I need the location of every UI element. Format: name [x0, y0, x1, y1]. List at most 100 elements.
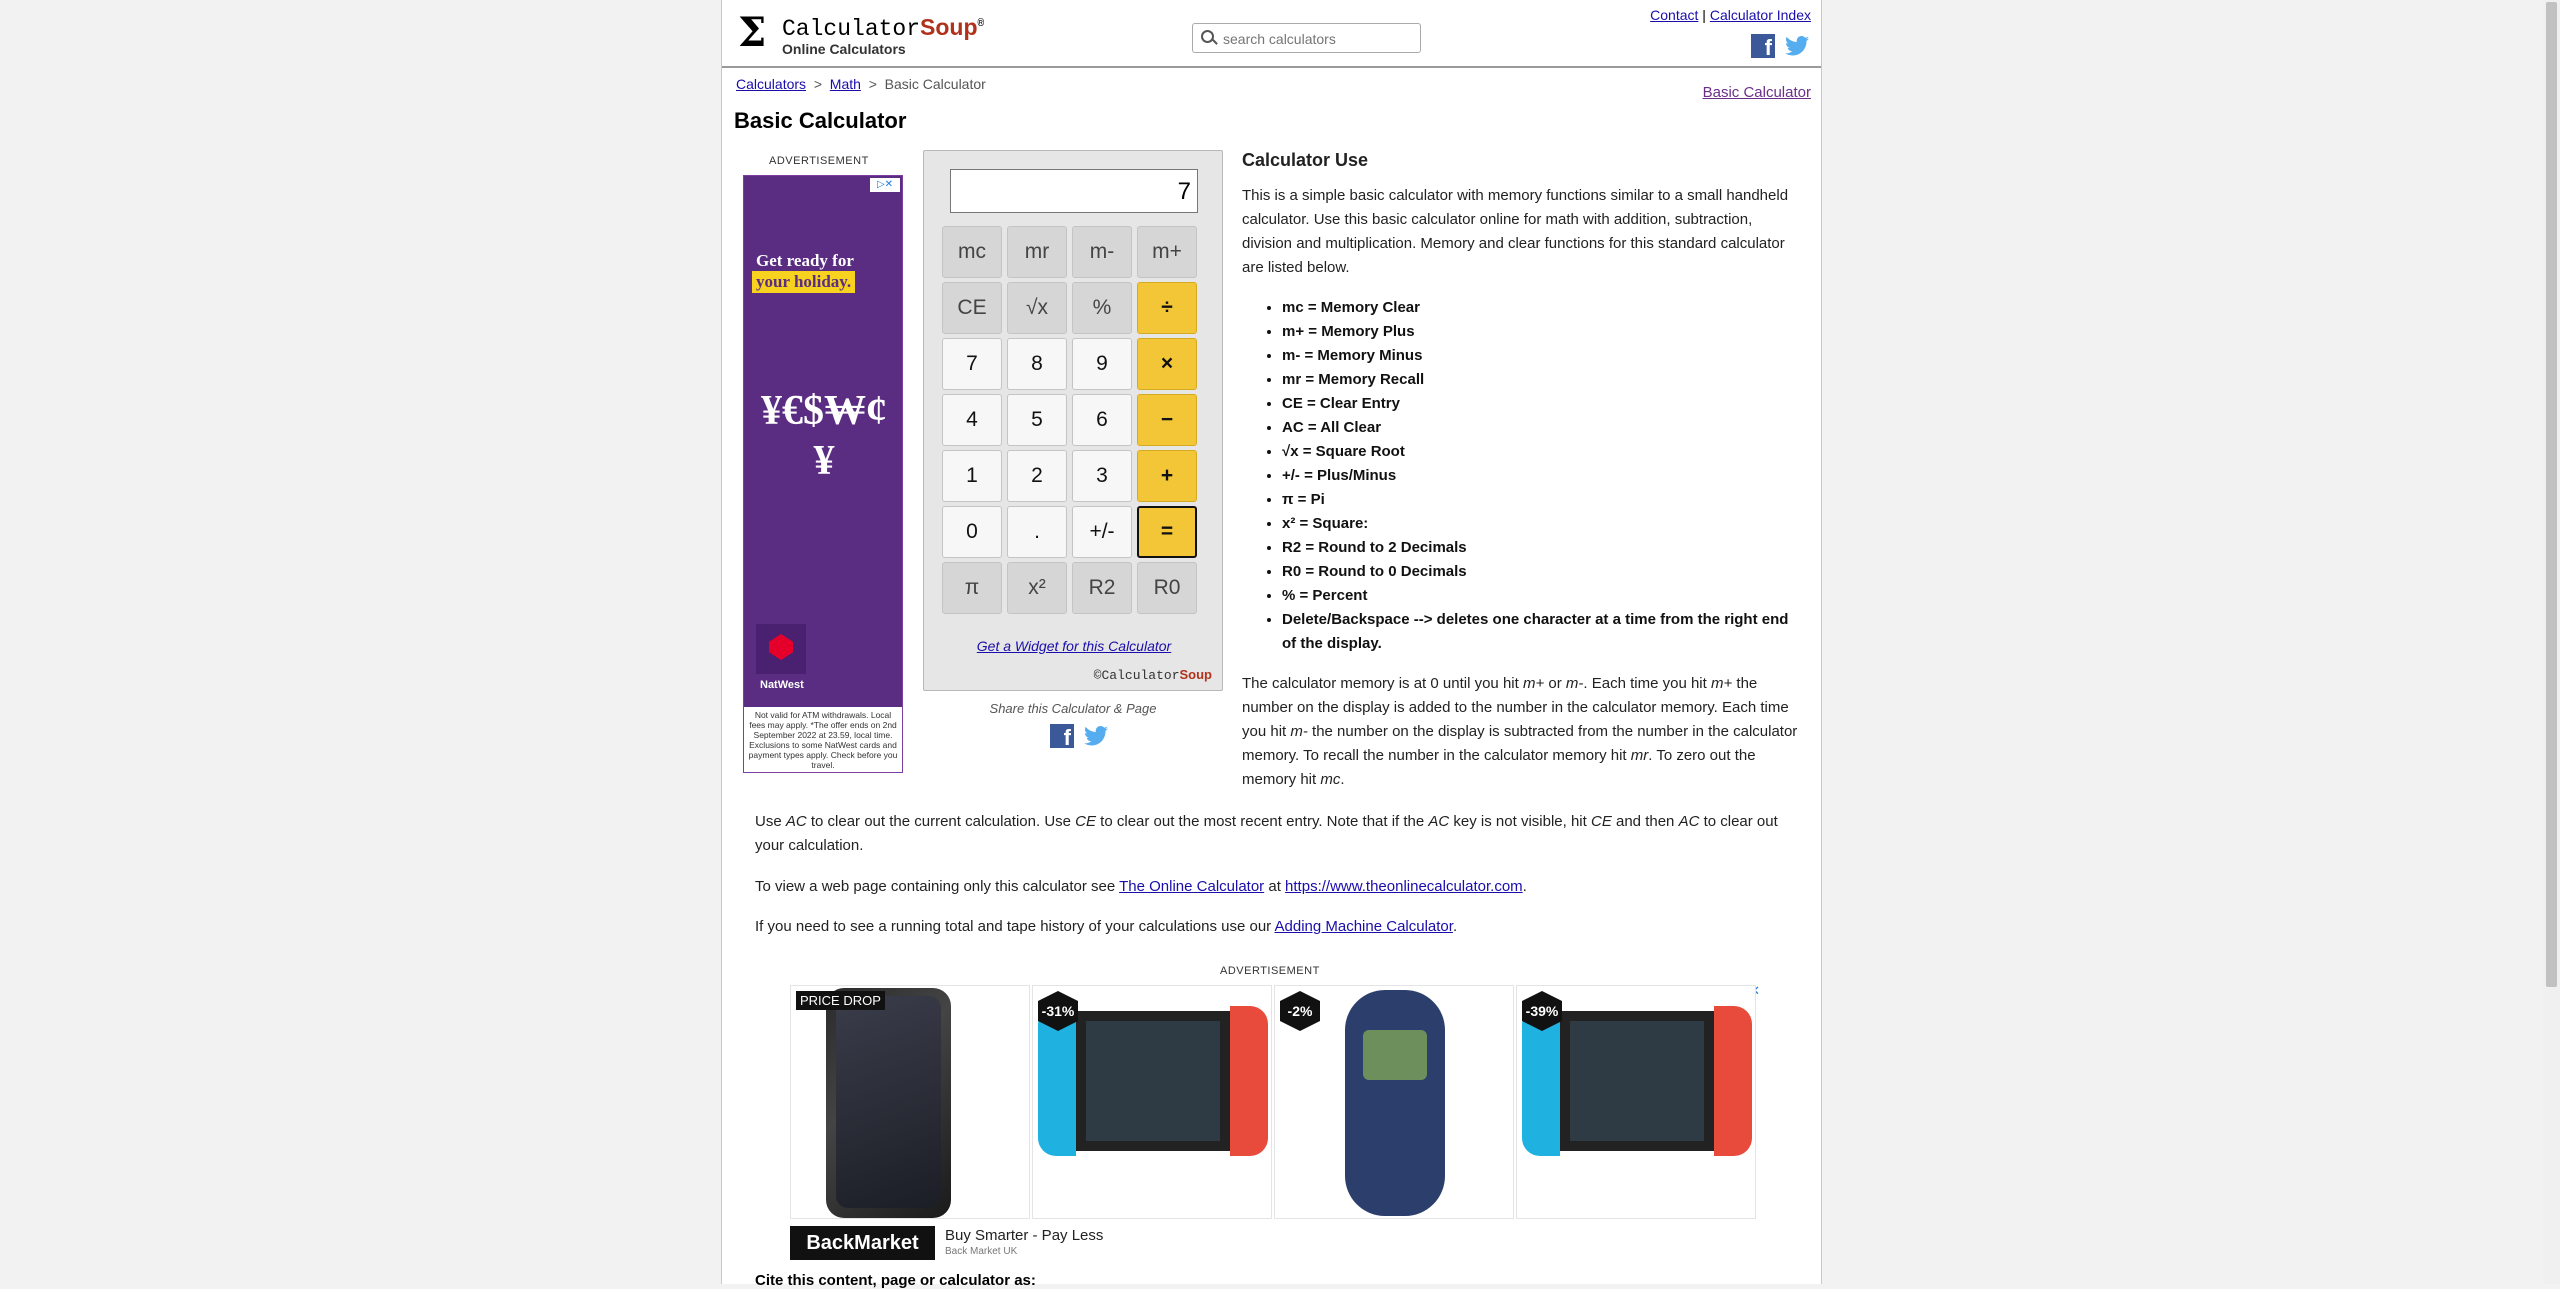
widget-link-wrap: Get a Widget for this Calculator — [924, 638, 1224, 654]
key-subtract[interactable]: − — [1137, 394, 1197, 446]
function-list-item: AC = All Clear — [1282, 416, 1802, 440]
key-square[interactable]: x² — [1007, 562, 1067, 614]
header-social: f — [1751, 34, 1809, 58]
key-plus-minus[interactable]: +/- — [1072, 506, 1132, 558]
online-calculator-link[interactable]: The Online Calculator — [1119, 878, 1264, 895]
ad-product-switch-1[interactable]: -31% — [1032, 985, 1272, 1219]
backmarket-logo[interactable]: BackMarket — [790, 1226, 935, 1260]
natwest-logo-icon — [756, 624, 806, 674]
section-heading: Calculator Use — [1242, 150, 1369, 170]
basic-calculator-link[interactable]: Basic Calculator — [1703, 84, 1811, 101]
breadcrumb-math[interactable]: Math — [830, 76, 861, 92]
share-text: Share this Calculator & Page — [989, 701, 1157, 716]
key-memory-plus[interactable]: m+ — [1137, 226, 1197, 278]
key-memory-clear[interactable]: mc — [942, 226, 1002, 278]
twitter-icon[interactable] — [1785, 36, 1809, 56]
key-digit-5[interactable]: 5 — [1007, 394, 1067, 446]
function-list-item: % = Percent — [1282, 584, 1802, 608]
key-round-2[interactable]: R2 — [1072, 562, 1132, 614]
key-add[interactable]: + — [1137, 450, 1197, 502]
theonlinecalculator-url-link[interactable]: https://www.theonlinecalculator.com — [1285, 878, 1523, 895]
search-icon — [1201, 30, 1214, 43]
key-round-0[interactable]: R0 — [1137, 562, 1197, 614]
calculator-display[interactable]: 7 — [950, 169, 1198, 213]
key-digit-7[interactable]: 7 — [942, 338, 1002, 390]
facebook-share-icon[interactable]: f — [1050, 724, 1074, 748]
ad-currency-symbols: ¥€$₩¢ ¥ — [761, 388, 887, 484]
share-icons: f — [1050, 724, 1108, 748]
function-list-item: CE = Clear Entry — [1282, 392, 1802, 416]
search-input[interactable] — [1221, 28, 1415, 50]
key-digit-1[interactable]: 1 — [942, 450, 1002, 502]
contact-link[interactable]: Contact — [1650, 7, 1698, 23]
function-list-item: R2 = Round to 2 Decimals — [1282, 536, 1802, 560]
switch-console-image — [1522, 1006, 1752, 1156]
function-list-item: +/- = Plus/Minus — [1282, 464, 1802, 488]
breadcrumb-separator: > — [813, 76, 822, 92]
smartphone-image — [826, 988, 951, 1218]
ad-product-iphone[interactable]: PRICE DROP — [790, 985, 1030, 1219]
key-memory-recall[interactable]: mr — [1007, 226, 1067, 278]
ad-product-nokia[interactable]: -2% — [1274, 985, 1514, 1219]
sigma-logo-icon: Σ — [738, 9, 767, 56]
breadcrumb: Calculators > Math > Basic Calculator — [736, 76, 986, 92]
side-advertisement[interactable]: ▷✕ Get ready for your holiday. ¥€$₩¢ ¥ N… — [743, 175, 903, 773]
bottom-ad-label: ADVERTISEMENT — [1220, 965, 1320, 977]
function-list-item: π = Pi — [1282, 488, 1802, 512]
page-scrollbar[interactable] — [2543, 0, 2560, 1284]
function-list-item: R0 = Round to 0 Decimals — [1282, 560, 1802, 584]
key-clear-entry[interactable]: CE — [942, 282, 1002, 334]
memory-paragraph: The calculator memory is at 0 until you … — [1242, 675, 1798, 788]
key-digit-3[interactable]: 3 — [1072, 450, 1132, 502]
ad-brand: NatWest — [760, 679, 804, 691]
key-multiply[interactable]: × — [1137, 338, 1197, 390]
key-digit-2[interactable]: 2 — [1007, 450, 1067, 502]
calculator-index-link[interactable]: Calculator Index — [1710, 7, 1811, 23]
calculator: 7 mc mr m-m+ CE √x% ÷ 7 8 9 × 4 5 6−1 2 3 +0. +/- = π x² R2 R… — [923, 150, 1223, 691]
scrollbar-thumb[interactable] — [2546, 2, 2557, 987]
ad-headline-highlight: your holiday. — [752, 271, 856, 293]
facebook-icon[interactable]: f — [1751, 34, 1775, 58]
key-digit-0[interactable]: 0 — [942, 506, 1002, 558]
twitter-share-icon[interactable] — [1084, 726, 1108, 746]
key-digit-8[interactable]: 8 — [1007, 338, 1067, 390]
ad-choices-icon[interactable]: ▷✕ — [870, 178, 900, 192]
breadcrumb-separator: > — [868, 76, 877, 92]
breadcrumb-current: Basic Calculator — [884, 76, 986, 92]
key-digit-4[interactable]: 4 — [942, 394, 1002, 446]
function-list-item: mr = Memory Recall — [1282, 368, 1802, 392]
price-drop-badge: PRICE DROP — [796, 991, 885, 1010]
discount-badge: -2% — [1280, 991, 1320, 1031]
widget-link[interactable]: Get a Widget for this Calculator — [977, 638, 1171, 654]
key-divide[interactable]: ÷ — [1137, 282, 1197, 334]
key-memory-minus[interactable]: m- — [1072, 226, 1132, 278]
switch-console-image — [1038, 1006, 1268, 1156]
top-links: Contact | Calculator Index — [1650, 7, 1811, 23]
function-list-item: mc = Memory Clear — [1282, 296, 1802, 320]
ad-label: ADVERTISEMENT — [769, 155, 869, 167]
page-title: Basic Calculator — [734, 108, 907, 133]
cite-heading: Cite this content, page or calculator as… — [755, 1272, 1036, 1289]
key-equals[interactable]: = — [1137, 506, 1197, 558]
function-list-item: m+ = Memory Plus — [1282, 320, 1802, 344]
key-percent[interactable]: % — [1072, 282, 1132, 334]
key-digit-6[interactable]: 6 — [1072, 394, 1132, 446]
ad-fine-print: Not valid for ATM withdrawals. Local fee… — [744, 707, 902, 772]
bottom-advertisement[interactable]: ▷ ✕ PRICE DROP -31% -2% -39% BackMarket … — [790, 983, 1760, 1260]
key-pi[interactable]: π — [942, 562, 1002, 614]
search-box[interactable] — [1192, 23, 1421, 53]
key-digit-9[interactable]: 9 — [1072, 338, 1132, 390]
ad-product-switch-2[interactable]: -39% — [1516, 985, 1756, 1219]
adding-machine-link[interactable]: Adding Machine Calculator — [1275, 918, 1453, 935]
function-list-item: x² = Square: — [1282, 512, 1802, 536]
brand-name: CalculatorSoup® — [782, 14, 985, 42]
page-container: Σ CalculatorSoup® Online Calculators Con… — [721, 0, 1822, 1289]
breadcrumb-calculators[interactable]: Calculators — [736, 76, 806, 92]
calculator-use-section: Calculator Use This is a simple basic ca… — [1242, 146, 1802, 808]
link-separator: | — [1702, 7, 1706, 23]
key-square-root[interactable]: √x — [1007, 282, 1067, 334]
calculator-copyright: ©CalculatorSoup — [1093, 667, 1212, 683]
key-decimal[interactable]: . — [1007, 506, 1067, 558]
basic-calculator-link-wrap: Basic Calculator — [1703, 84, 1811, 101]
function-list-item: Delete/Backspace --> deletes one charact… — [1282, 608, 1802, 656]
